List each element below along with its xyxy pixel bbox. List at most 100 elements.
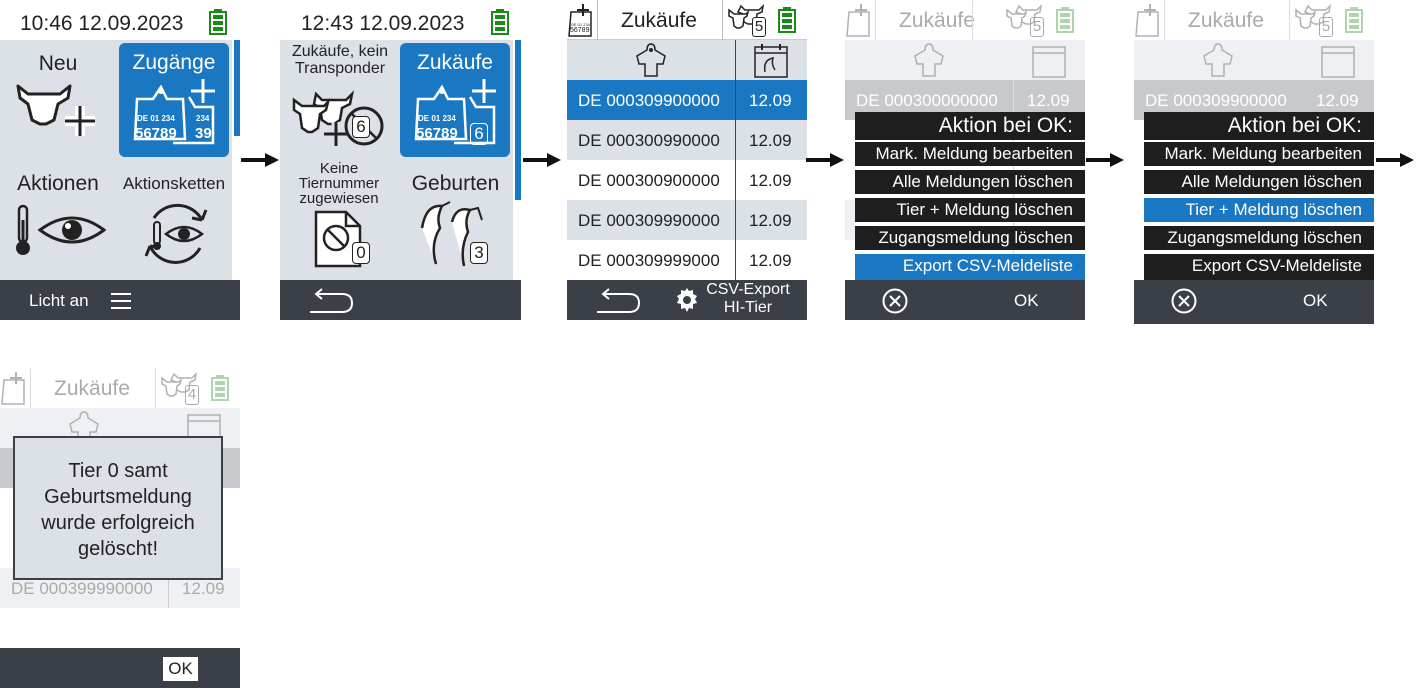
back-arrow-icon[interactable] [595,288,641,314]
ok-button[interactable]: OK [1303,291,1328,311]
cows-count-badge: 5 [1030,17,1044,37]
row-id: DE 000300900000 [578,171,720,190]
battery-icon [491,9,509,35]
divider [735,40,736,280]
tile-label: Zukäufe, kein Transponder [291,43,389,77]
status-time: 12:43 12.09.2023 [301,12,465,35]
tag-add-mini-icon [0,370,30,406]
battery-icon [1345,7,1363,33]
menu-item-delete-animal[interactable]: Tier + Meldung löschen [1144,198,1374,222]
back-arrow-icon[interactable] [308,288,354,314]
tile-label: Aktionsketten [122,174,226,193]
menu-item-delete-animal[interactable]: Tier + Meldung löschen [855,198,1085,222]
ear-tag-icon[interactable] [635,42,667,78]
row-date: 12.09 [749,211,792,230]
row-date: 12.09 [1027,91,1070,110]
tile-actions[interactable]: Aktionen [0,160,116,280]
status-time: 10:46 12.09.2023 [20,12,184,35]
menu-item-delete-all[interactable]: Alle Meldungen löschen [855,170,1085,194]
battery-icon [209,9,227,35]
light-toggle-button[interactable]: Licht an [29,291,89,311]
calendar-birth-icon [1320,42,1356,78]
tile-new[interactable]: Neu [0,40,116,160]
table-row[interactable]: DE 000309990000 12.09 [567,200,807,240]
tile-action-chain[interactable]: Aktionsketten [116,160,232,280]
table-row[interactable]: DE 000309999000 12.09 [567,240,807,280]
scrollbar[interactable] [515,40,521,200]
tile-purchases-no-transponder[interactable]: Zukäufe, kein Transponder 6 [280,40,398,160]
calendar-birth-icon[interactable] [753,42,789,78]
count-badge: 0 [352,242,370,264]
row-date: 12.09 [749,171,792,190]
tile-births[interactable]: Geburten 3 [398,160,513,280]
bottom-bar [280,280,521,320]
row-id: DE 000309900000 [1145,91,1287,110]
menu-item-export-csv[interactable]: Export CSV-Meldeliste [1144,254,1374,280]
tile-label: Aktionen [17,172,99,195]
dialog-message: Tier 0 samt Geburtsmeldung wurde erfolgr… [41,460,195,560]
tag2-line2: 39 [195,125,212,142]
table-row[interactable]: DE 000300990000 12.09 [567,120,807,160]
divider [722,0,723,40]
scrollbar[interactable] [234,40,240,136]
row-id: DE 000300000000 [856,91,998,110]
row-date: 12.09 [182,579,225,598]
flow-arrow-icon [241,153,279,167]
table-row[interactable]: DE 000309900000 12.09 [567,80,807,120]
divider [155,368,156,408]
count-badge: 3 [470,242,488,264]
tile-label: Zukäufe [417,51,493,74]
screen-main-menu: 10:46 12.09.2023 Neu Zugänge DE 01 234 5… [0,0,240,320]
flow-arrow-icon [806,153,844,167]
menu-title: Aktion bei OK: [855,112,1085,140]
action-menu: Aktion bei OK: Mark. Meldung bearbeiten … [855,112,1085,280]
menu-item-delete-arrival[interactable]: Zugangsmeldung löschen [855,226,1085,250]
ok-button[interactable]: OK [163,657,198,681]
row-id: DE 000309900000 [578,91,720,110]
menu-item-delete-arrival[interactable]: Zugangsmeldung löschen [1144,226,1374,250]
table-row[interactable]: DE 000300900000 12.09 [567,160,807,200]
action-menu: Aktion bei OK: Mark. Meldung bearbeiten … [1144,112,1374,280]
divider [1289,0,1290,40]
screen-confirmation: Zukäufe 4 DE 000399990000 12.09 Tier 0 s… [0,368,240,688]
page-title: Zukäufe [621,9,697,32]
row-id: DE 000309990000 [578,211,720,230]
cancel-icon[interactable] [1171,288,1197,314]
tile-label: Zugänge [132,51,216,74]
tile-arrivals[interactable]: Zugänge DE 01 234 56789 234 39 [119,43,229,157]
gear-icon[interactable] [675,288,699,312]
tag-mini-line2: 56789 [570,27,590,34]
tag-line2: 56789 [135,125,177,142]
screen-action-menu-a: Zukäufe 5 DE 000300000000 12.09 Aktion b… [845,0,1085,320]
bottom-bar: OK [1134,280,1374,324]
menu-item-edit[interactable]: Mark. Meldung bearbeiten [1144,142,1374,166]
row-date: 12.09 [749,91,792,110]
screen-arrivals-menu: 12:43 12.09.2023 Zukäufe, kein Transpond… [280,0,521,320]
bottom-bar: CSV-Export HI-Tier [567,280,807,320]
count-badge: 6 [470,123,488,145]
tile-purchases[interactable]: Zukäufe DE 01 234 56789 6 [400,43,510,157]
screen-purchases-list: DE 01 234 56789 Zukäufe 5 DE 00030990000… [567,0,807,320]
tile-no-number[interactable]: Keine Tiernummer zugewiesen 0 [280,160,398,280]
count-badge: 6 [352,116,370,138]
tag-add-mini-icon [1134,2,1164,38]
row-date: 12.09 [749,131,792,150]
cows-count-badge: 5 [1319,17,1333,37]
cancel-icon[interactable] [882,288,908,314]
ok-button[interactable]: OK [1014,291,1039,311]
flow-arrow-icon [1086,153,1124,167]
csv-export-line1: CSV-Export [706,281,790,298]
tag-add-mini-icon [845,2,875,38]
menu-item-delete-all[interactable]: Alle Meldungen löschen [1144,170,1374,194]
row-date: 12.09 [749,251,792,270]
hamburger-menu-icon[interactable] [110,292,132,310]
screen-action-menu-b: Zukäufe 5 DE 000309900000 12.09 Aktion b… [1134,0,1374,324]
cows-count-badge: 5 [752,17,766,37]
menu-item-edit[interactable]: Mark. Meldung bearbeiten [855,142,1085,166]
csv-export-line2: HI-Tier [723,299,773,316]
flow-arrow-icon [523,153,561,167]
row-id: DE 000399990000 [11,579,153,598]
battery-icon [211,375,229,401]
menu-item-export-csv[interactable]: Export CSV-Meldeliste [855,254,1085,280]
csv-export-button[interactable]: CSV-Export HI-Tier [703,281,793,317]
